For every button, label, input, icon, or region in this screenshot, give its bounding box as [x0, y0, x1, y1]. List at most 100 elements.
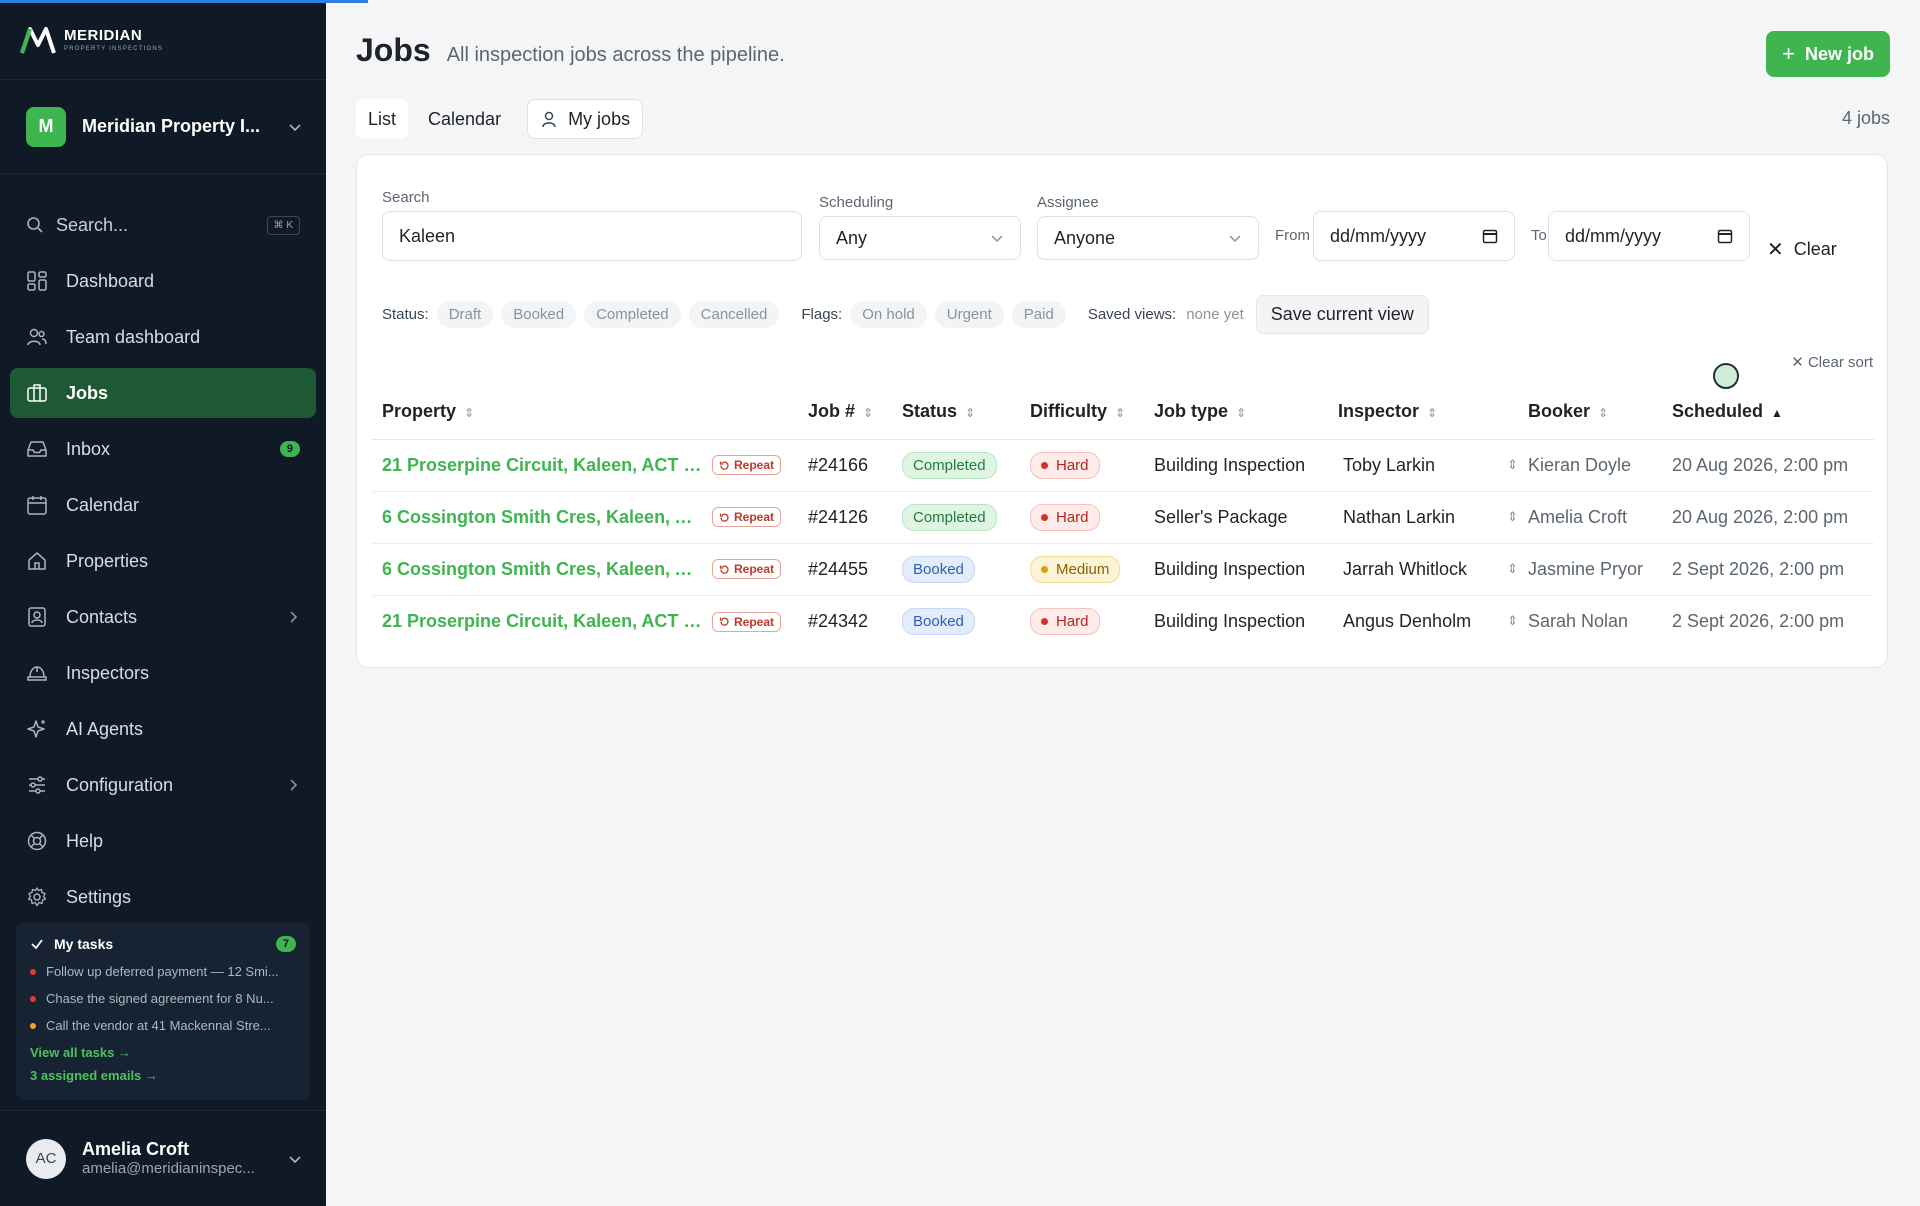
status-badge: Completed — [902, 503, 997, 531]
filter-chips-row: Status: Draft Booked Completed Cancelled… — [382, 294, 1429, 334]
clear-sort-button[interactable]: ✕ Clear sort — [1791, 353, 1873, 371]
sidebar: MERIDIAN PROPERTY INSPECTIONS M Meridian… — [0, 0, 326, 1206]
new-job-button[interactable]: + New job — [1766, 31, 1890, 77]
task-item[interactable]: Call the vendor at 41 Mackennal Stre... — [30, 1018, 296, 1033]
search-input[interactable]: Kaleen — [382, 211, 802, 261]
column-header-scheduled[interactable]: Scheduled ▲ — [1662, 385, 1874, 440]
assignee-select[interactable]: Anyone — [1037, 216, 1259, 260]
home-icon — [28, 552, 46, 570]
save-current-view-button[interactable]: Save current view — [1255, 294, 1429, 334]
scheduled-date: 2 Sept 2026, 2:00 pm — [1672, 610, 1845, 631]
difficulty-badge: Hard — [1030, 451, 1100, 479]
inbox-count-badge: 9 — [279, 441, 300, 457]
scheduling-select[interactable]: Any — [819, 216, 1021, 260]
org-switcher[interactable]: M Meridian Property I... — [0, 80, 326, 174]
tab-calendar[interactable]: Calendar — [416, 99, 513, 139]
to-date-input[interactable]: dd/mm/yyyy — [1548, 211, 1750, 261]
booker: Amelia Croft — [1518, 491, 1662, 544]
sidebar-item-label: AI Agents — [66, 718, 144, 739]
difficulty-badge: Hard — [1030, 607, 1100, 635]
table-row[interactable]: 6 Cossington Smith Cres, Kaleen, A... Rep… — [372, 543, 1874, 596]
view-all-tasks-link[interactable]: View all tasks → — [30, 1045, 296, 1060]
column-header-job-type[interactable]: Job type ⇕ — [1144, 385, 1328, 440]
repeat-icon — [719, 617, 729, 626]
sidebar-item-label: Inbox — [66, 438, 111, 459]
sidebar-item-inspectors[interactable]: Inspectors — [10, 648, 316, 698]
column-header-difficulty[interactable]: Difficulty ⇕ — [1020, 385, 1144, 440]
status-chip-booked[interactable]: Booked — [501, 300, 577, 328]
chevron-right-icon — [290, 779, 298, 791]
table-row[interactable]: 21 Proserpine Circuit, Kaleen, ACT 2... R… — [372, 439, 1874, 492]
column-header-status[interactable]: Status ⇕ — [892, 385, 1020, 440]
tab-list[interactable]: List — [356, 99, 409, 139]
task-item[interactable]: Follow up deferred payment — 12 Smi... — [30, 964, 296, 979]
calendar-icon[interactable] — [1717, 228, 1733, 244]
task-item[interactable]: Chase the signed agreement for 8 Nu... — [30, 991, 296, 1006]
sidebar-item-configuration[interactable]: Configuration — [10, 760, 316, 810]
column-header-job-number[interactable]: Job # ⇕ — [798, 385, 892, 440]
my-jobs-toggle[interactable]: My jobs — [527, 99, 644, 139]
chevron-down-icon — [289, 123, 301, 131]
to-date-label: To — [1531, 227, 1547, 244]
property-link[interactable]: 21 Proserpine Circuit, Kaleen, ACT 2... — [382, 611, 702, 632]
user-menu[interactable]: AC Amelia Croft amelia@meridianinspec... — [0, 1110, 326, 1206]
sort-ascending-icon: ▲ — [1771, 406, 1783, 421]
flag-chip-urgent[interactable]: Urgent — [934, 300, 1004, 328]
briefcase-icon — [27, 384, 47, 402]
sidebar-item-help[interactable]: Help — [10, 816, 316, 866]
column-header-inspector[interactable]: Inspector ⇕ — [1328, 385, 1518, 440]
sidebar-item-ai-agents[interactable]: AI Agents — [10, 704, 316, 754]
inspector-select[interactable]: Nathan Larkin ⇕ — [1338, 507, 1518, 528]
flag-chip-paid[interactable]: Paid — [1011, 300, 1066, 328]
status-badge: Completed — [902, 451, 997, 479]
sidebar-item-dashboard[interactable]: Dashboard — [10, 256, 316, 306]
flag-chip-on-hold[interactable]: On hold — [850, 300, 927, 328]
inbox-icon — [27, 441, 47, 457]
sidebar-item-team-dashboard[interactable]: Team dashboard — [10, 312, 316, 362]
clear-filters-button[interactable]: ✕ Clear — [1767, 231, 1837, 267]
repeat-icon — [719, 461, 729, 470]
scheduling-value: Any — [836, 227, 868, 248]
inspector-select[interactable]: Jarrah Whitlock ⇕ — [1338, 559, 1518, 580]
sidebar-item-settings[interactable]: Settings — [10, 872, 316, 922]
column-header-booker[interactable]: Booker ⇕ — [1518, 385, 1662, 440]
sidebar-item-contacts[interactable]: Contacts — [10, 592, 316, 642]
inspector-select[interactable]: Angus Denholm ⇕ — [1338, 611, 1518, 632]
table-row[interactable]: 6 Cossington Smith Cres, Kaleen, A... Rep… — [372, 491, 1874, 544]
repeat-icon — [719, 513, 729, 522]
status-chip-completed[interactable]: Completed — [584, 300, 681, 328]
sidebar-item-label: Inspectors — [66, 662, 150, 683]
sidebar-item-jobs[interactable]: Jobs — [10, 368, 316, 418]
brand-logo[interactable]: MERIDIAN PROPERTY INSPECTIONS — [0, 0, 326, 80]
sidebar-search[interactable]: Search... ⌘ K — [26, 202, 300, 248]
clear-label: Clear — [1793, 238, 1837, 259]
property-link[interactable]: 21 Proserpine Circuit, Kaleen, ACT 2... — [382, 455, 702, 476]
inspector-select[interactable]: Toby Larkin ⇕ — [1338, 455, 1518, 476]
from-date-input[interactable]: dd/mm/yyyy — [1313, 211, 1515, 261]
table-header-row: Property ⇕ Job # ⇕ Status ⇕ Difficulty ⇕ Job… — [372, 385, 1874, 440]
sidebar-item-label: Team dashboard — [66, 326, 201, 347]
status-chip-draft[interactable]: Draft — [436, 300, 494, 328]
status-chip-cancelled[interactable]: Cancelled — [688, 300, 780, 328]
scheduling-label: Scheduling — [819, 194, 894, 211]
property-link[interactable]: 6 Cossington Smith Cres, Kaleen, A... — [382, 559, 702, 580]
sidebar-item-properties[interactable]: Properties — [10, 536, 316, 586]
search-input-value: Kaleen — [399, 225, 456, 246]
search-shortcut: ⌘ K — [266, 215, 300, 235]
page-subtitle: All inspection jobs across the pipeline. — [446, 44, 785, 66]
sidebar-item-calendar[interactable]: Calendar — [10, 480, 316, 530]
property-link[interactable]: 6 Cossington Smith Cres, Kaleen, A... — [382, 507, 702, 528]
main-content: Jobs All inspection jobs across the pipe… — [326, 0, 1920, 1206]
sidebar-item-label: Configuration — [66, 774, 174, 795]
select-arrows-icon: ⇕ — [1507, 613, 1518, 629]
table-row[interactable]: 21 Proserpine Circuit, Kaleen, ACT 2... R… — [372, 595, 1874, 647]
brand-subtitle: PROPERTY INSPECTIONS — [64, 45, 164, 52]
my-tasks-header[interactable]: My tasks 7 — [30, 936, 296, 952]
assigned-emails-link[interactable]: 3 assigned emails → — [30, 1068, 296, 1083]
sidebar-item-inbox[interactable]: Inbox 9 — [10, 424, 316, 474]
calendar-icon[interactable] — [1482, 228, 1498, 244]
column-header-property[interactable]: Property ⇕ — [372, 385, 798, 440]
task-text: Call the vendor at 41 Mackennal Stre... — [46, 1018, 271, 1033]
plus-icon: + — [1782, 41, 1795, 66]
select-arrows-icon: ⇕ — [1507, 457, 1518, 472]
